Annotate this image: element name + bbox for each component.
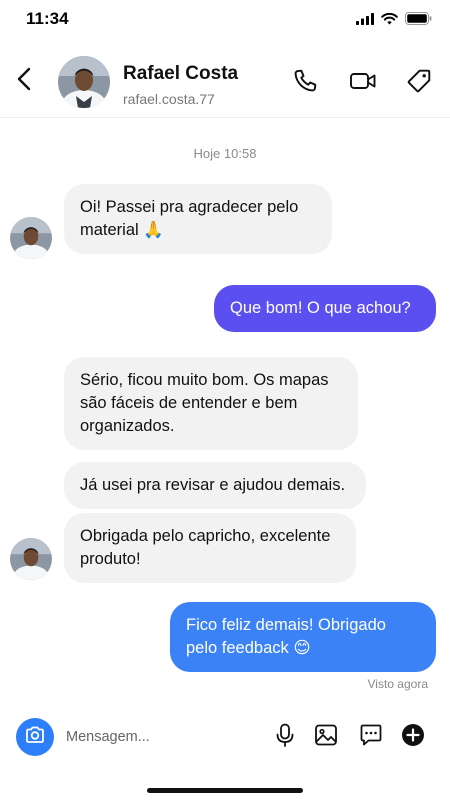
contact-avatar[interactable]: [58, 56, 110, 108]
call-button[interactable]: [290, 68, 320, 98]
home-indicator: [147, 788, 303, 793]
date-divider: Hoje 10:58: [193, 146, 257, 161]
sticker-button[interactable]: [358, 724, 384, 750]
status-bar: 11:34: [0, 0, 450, 40]
voice-button[interactable]: [272, 723, 298, 752]
message-incoming[interactable]: Obrigada pelo capricho, excelente produt…: [64, 513, 356, 583]
back-button[interactable]: [12, 65, 36, 97]
sender-avatar[interactable]: [10, 538, 52, 580]
image-icon: [314, 723, 338, 752]
status-icons: [356, 12, 432, 25]
tag-button[interactable]: [404, 68, 434, 98]
sticker-icon: [359, 723, 383, 752]
message-incoming[interactable]: Já usei pra revisar e ajudou demais.: [64, 462, 366, 509]
message-outgoing[interactable]: Fico feliz demais! Obrigado pelo feedbac…: [170, 602, 436, 672]
signal-icon: [356, 12, 374, 25]
camera-button[interactable]: [16, 718, 54, 756]
message-composer: [14, 712, 436, 764]
phone-icon: [292, 68, 318, 99]
status-time: 11:34: [26, 9, 69, 28]
add-button[interactable]: [400, 723, 426, 752]
sender-avatar[interactable]: [10, 217, 52, 259]
microphone-icon: [274, 723, 296, 752]
message-outgoing[interactable]: Que bom! O que achou?: [214, 285, 436, 332]
seen-status: Visto agora: [367, 677, 429, 691]
battery-icon: [405, 12, 432, 25]
video-icon: [349, 68, 377, 99]
chevron-left-icon: [17, 67, 31, 96]
plus-icon: [401, 723, 425, 752]
tag-icon: [406, 68, 432, 99]
wifi-icon: [381, 12, 398, 25]
message-input[interactable]: [66, 724, 256, 750]
contact-name[interactable]: Rafael Costa: [123, 63, 238, 85]
camera-icon: [25, 726, 45, 749]
message-incoming[interactable]: Oi! Passei pra agradecer pelo material 🙏: [64, 184, 332, 254]
chat-header: Rafael Costa rafael.costa.77: [0, 44, 450, 118]
contact-handle: rafael.costa.77: [123, 91, 215, 107]
message-incoming[interactable]: Sério, ficou muito bom. Os mapas são fác…: [64, 357, 358, 450]
gallery-button[interactable]: [313, 724, 339, 750]
video-call-button[interactable]: [348, 68, 378, 98]
